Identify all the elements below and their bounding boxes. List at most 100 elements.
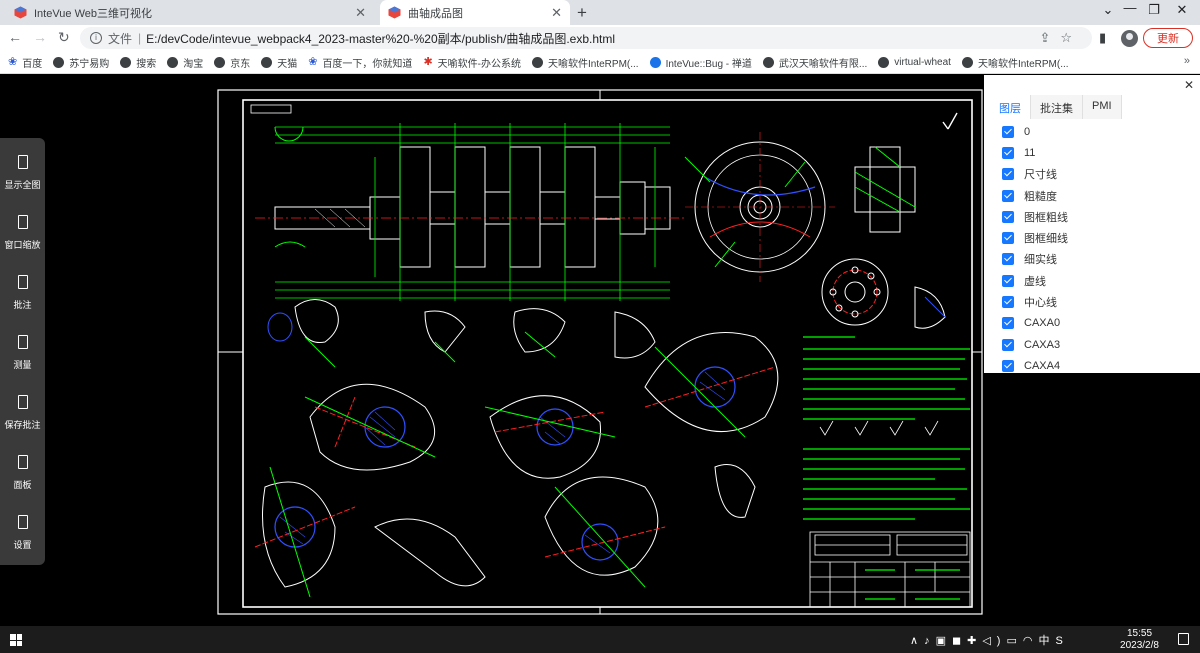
volume-icon[interactable]: ◁) [982,635,1006,647]
panel-tab[interactable]: 批注集 [1031,95,1083,119]
measure-icon [17,335,28,349]
tool-label: 设置 [13,540,32,550]
blue-app-icon [649,57,661,68]
layer-checkbox[interactable] [1002,317,1014,330]
bookmark-label: 天喻软件-办公系统 [437,59,521,70]
layer-checkbox[interactable] [1002,210,1014,223]
bookmark-item[interactable]: 天猫 [261,55,297,70]
bookmark-item[interactable]: virtual-wheat [878,57,951,68]
wifi-icon[interactable]: ◠ [1023,635,1039,647]
bookmark-label: 百度一下，你就知道 [322,59,413,70]
baidu-icon: ❀ [8,56,18,68]
forward-icon[interactable]: → [33,29,47,45]
microphone-icon[interactable]: ♪ [924,635,936,647]
app-tray-icon[interactable]: ◼ [952,635,967,647]
cad-viewer[interactable]: 显示全图 窗口缩放 批注 测量 保存批注 面板 设置 ✕ 图层 批注集 PMI 0 11 尺寸线 粗糙… [0,75,1200,626]
side-panel-icon[interactable]: ▮ [1099,30,1106,46]
bookmark-item[interactable]: 苏宁易购 [53,55,109,70]
bookmark-item[interactable]: 淘宝 [167,55,203,70]
sheet-outer-frame [217,89,983,615]
globe-icon [53,57,65,68]
battery-icon[interactable]: ▭ [1006,635,1022,647]
panel-tabs: 图层 批注集 PMI [990,95,1122,119]
bookmark-item[interactable]: 京东 [214,55,250,70]
bookmark-item[interactable]: InteVue::Bug - 禅道 [649,55,752,70]
globe-icon [261,57,273,68]
tab-close-icon[interactable]: ✕ [551,5,562,21]
tool-measure[interactable]: 测量 [0,335,45,371]
layer-checkbox[interactable] [1002,168,1014,181]
layer-list: 0 11 尺寸线 粗糙度 图框粗线 图框细线 细实线 虚线 中心线 CAXA0 CAXA3 CAXA4 [1002,121,1068,377]
clock[interactable]: 15:55 2023/2/8 [1112,628,1167,652]
layer-checkbox[interactable] [1002,296,1014,309]
layer-name: 细实线 [1024,254,1057,267]
layer-checkbox[interactable] [1002,146,1014,159]
url-text: E:/devCode/intevue_webpack4_2023-master%… [146,31,616,46]
layer-checkbox[interactable] [1002,189,1014,202]
tab-crankshaft[interactable]: 曲轴成品图 ✕ [380,0,570,25]
tool-label: 窗口缩放 [4,240,41,250]
share-icon[interactable]: ⇪ [1039,30,1060,45]
tool-label: 保存批注 [4,420,41,430]
bookmark-item[interactable]: 武汉天喻软件有限... [762,55,867,70]
bookmark-item[interactable]: ❀ 百度 [8,55,42,71]
profile-avatar[interactable] [1121,30,1138,47]
layer-checkbox[interactable] [1002,338,1014,351]
app-tray-icon[interactable]: ✚ [967,635,982,647]
ime-indicator[interactable]: 中 [1038,635,1055,647]
crank-section-5 [544,476,666,588]
bookmark-item[interactable]: 天喻软件InteRPM(... [961,55,1069,70]
panel-tab[interactable]: 图层 [990,95,1031,119]
bookmark-item[interactable]: ❀ 百度一下，你就知道 [308,55,413,71]
address-bar[interactable]: i 文件 | E:/devCode/intevue_webpack4_2023-… [80,27,1092,49]
panel-close-icon[interactable]: ✕ [1184,78,1194,92]
tool-settings[interactable]: 设置 [0,515,45,551]
layer-name: CAXA4 [1024,359,1061,372]
new-tab-icon[interactable]: + [577,3,587,23]
crankshaft-drawing[interactable] [215,87,985,617]
layer-name: 11 [1024,146,1036,159]
globe-icon [167,57,179,68]
app-tray-icon[interactable]: ▣ [936,635,952,647]
bookmark-item[interactable]: 天喻软件InteRPM(... [532,55,639,70]
reload-icon[interactable]: ↻ [58,29,70,46]
tool-window-zoom[interactable]: 窗口缩放 [0,215,45,251]
tab-intevue[interactable]: InteVue Web三维可视化 ✕ [6,0,374,25]
chevron-up-icon[interactable]: ∧ [910,635,924,647]
tool-panel[interactable]: 面板 [0,455,45,491]
clock-time: 15:55 [1126,628,1153,639]
intevue-logo-icon [388,6,401,19]
tool-label: 测量 [13,360,32,370]
browser-tab-strip: InteVue Web三维可视化 ✕ 曲轴成品图 ✕ + ⌄ — ❐ ✕ [0,0,1200,25]
layer-checkbox[interactable] [1002,232,1014,245]
layer-row: 0 [1002,121,1068,142]
side-panel: ✕ 图层 批注集 PMI 0 11 尺寸线 粗糙度 图框粗线 图框细线 细实线 虚线 中心线 CAXA… [984,75,1200,373]
layer-checkbox[interactable] [1002,125,1014,138]
layer-checkbox[interactable] [1002,359,1014,372]
clock-date: 2023/2/8 [1120,640,1159,651]
panel-tab[interactable]: PMI [1083,95,1122,119]
bookmark-item[interactable]: ✱ 天喻软件-办公系统 [423,55,521,71]
windows-taskbar: ∧♪▣◼✚◁)▭◠中S 15:55 2023/2/8 [0,626,1200,653]
bookmarks-overflow-icon[interactable]: » [1184,55,1190,67]
bookmark-item[interactable]: 搜索 [120,55,156,70]
tab-close-icon[interactable]: ✕ [355,5,366,21]
globe-icon [532,57,543,68]
tool-fit-all[interactable]: 显示全图 [0,155,45,191]
layer-checkbox[interactable] [1002,253,1014,266]
layer-row: 11 [1002,142,1068,163]
back-icon[interactable]: ← [8,29,22,45]
notification-icon[interactable] [1178,633,1189,645]
info-icon[interactable]: i [90,32,102,44]
window-close-icon[interactable]: ✕ [1164,2,1200,18]
layer-row: 中心线 [1002,291,1068,312]
tool-save-annotation[interactable]: 保存批注 [0,395,45,431]
windows-start-icon[interactable] [10,634,22,646]
bookmark-star-icon[interactable]: ☆ [1060,30,1082,45]
layer-name: CAXA0 [1024,317,1061,330]
sogou-icon[interactable]: S [1055,635,1068,647]
update-button[interactable]: 更新 [1143,28,1193,48]
layer-checkbox[interactable] [1002,274,1014,287]
tool-annotate[interactable]: 批注 [0,275,45,311]
bookmark-label: 搜索 [136,59,157,70]
